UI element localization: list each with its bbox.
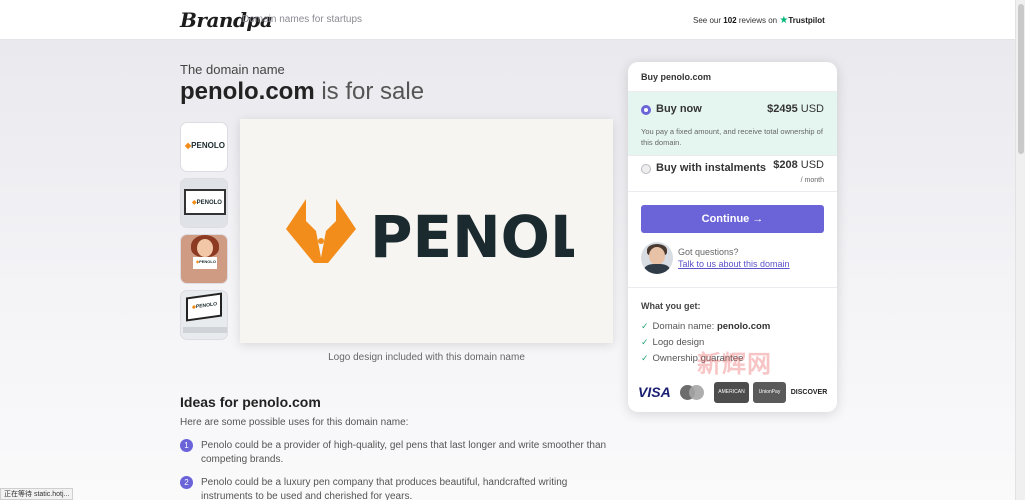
- header-tagline: Domain names for startups: [242, 14, 363, 25]
- instalments-period: / month: [800, 177, 824, 184]
- check-icon: ✓: [641, 337, 649, 347]
- panel-heading: Buy penolo.com: [641, 72, 712, 82]
- feature-value: penolo.com: [716, 321, 771, 332]
- feature-label: Domain name:: [652, 321, 715, 332]
- continue-button[interactable]: Continue →: [641, 205, 824, 233]
- questions-label: Got questions?: [678, 247, 739, 257]
- thumbnail-person[interactable]: ◆PENOLO: [180, 234, 228, 284]
- idea-number: 2: [180, 476, 193, 489]
- amex-icon: AMERICAN EXPRESS: [714, 382, 749, 412]
- ideas-subtitle: Here are some possible uses for this dom…: [180, 417, 409, 428]
- buy-now-radio[interactable]: [641, 105, 651, 115]
- thumbnail-logo-mark: ◆PENOLO: [185, 141, 225, 150]
- buy-now-label: Buy now: [656, 103, 702, 115]
- browser-status-bar: 正在等待 static.hotj...: [0, 488, 74, 500]
- buy-now-option[interactable]: Buy now $2495 USD You pay a fixed amount…: [628, 92, 837, 156]
- title-domain: penolo.com: [180, 78, 315, 105]
- panel-divider: [628, 287, 837, 288]
- idea-text: Penolo could be a provider of high-quali…: [201, 440, 607, 465]
- check-icon: ✓: [641, 353, 649, 363]
- thumbnail-laptop[interactable]: ◆PENOLO: [180, 290, 228, 340]
- feature-item: ✓ Logo design: [641, 337, 704, 348]
- buy-now-description: You pay a fixed amount, and receive tota…: [641, 127, 823, 147]
- idea-text: Penolo could be a luxury pen company tha…: [201, 477, 568, 500]
- unionpay-icon: UnionPay: [753, 382, 786, 403]
- billboard-image: ◆PENOLO: [184, 189, 226, 215]
- instalments-option[interactable]: Buy with instalments $208 USD / month: [628, 156, 837, 192]
- hero-kicker: The domain name: [180, 62, 285, 77]
- page-scrollbar[interactable]: [1015, 0, 1025, 500]
- trustpilot-star-icon: ★: [779, 15, 789, 26]
- trustpilot-label: Trustpilot: [788, 16, 825, 25]
- reviews-suffix: reviews on: [738, 16, 778, 25]
- feature-item: ✓ Domain name: penolo.com: [641, 321, 770, 332]
- visa-icon: VISA: [638, 384, 671, 400]
- idea-number: 1: [180, 439, 193, 452]
- panel-header: Buy penolo.com: [628, 62, 837, 92]
- discover-icon: DISCOVER: [790, 389, 828, 396]
- ideas-title: Ideas for penolo.com: [180, 394, 321, 410]
- laptop-image: ◆PENOLO: [186, 292, 222, 322]
- instalments-label: Buy with instalments: [656, 162, 767, 174]
- what-you-get-title: What you get:: [641, 301, 701, 311]
- thumbnail-logo[interactable]: ◆PENOLO: [180, 122, 228, 172]
- check-icon: ✓: [641, 321, 649, 331]
- reviews-prefix: See our: [693, 16, 722, 25]
- mastercard-icon: [678, 382, 708, 403]
- reviews-count: 102: [723, 16, 737, 25]
- trustpilot-badge[interactable]: See our 102 reviews on ★Trustpilot: [693, 15, 825, 26]
- title-for-sale: is for sale: [321, 78, 425, 105]
- watermark: 新辉网: [697, 351, 772, 378]
- instalments-price: $208 USD: [773, 159, 824, 171]
- penolo-logo-icon: PENOLO: [286, 199, 574, 267]
- logo-preview: PENOLO: [240, 119, 613, 343]
- preview-logo-text: PENOLO: [370, 203, 574, 267]
- support-avatar: [641, 242, 673, 274]
- talk-to-us-link[interactable]: Talk to us about this domain: [678, 259, 790, 269]
- buy-now-price: $2495 USD: [767, 103, 824, 115]
- instalments-radio[interactable]: [641, 164, 651, 174]
- thumbnail-billboard[interactable]: ◆PENOLO: [180, 178, 228, 228]
- site-header: Brandpa Domain names for startups See ou…: [0, 0, 1015, 40]
- preview-caption: Logo design included with this domain na…: [328, 352, 525, 363]
- scrollbar-thumb[interactable]: [1018, 4, 1024, 154]
- page-title: penolo.com is for sale: [180, 78, 424, 106]
